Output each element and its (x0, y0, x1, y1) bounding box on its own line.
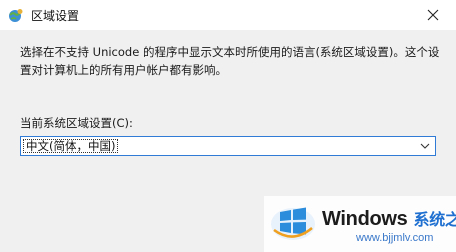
watermark-brand: Windows 系统之家 (322, 206, 456, 231)
system-locale-selected: 中文(简体，中国) (23, 139, 119, 153)
close-icon (427, 9, 439, 21)
region-settings-dialog: 区域设置 选择在不支持 Unicode 的程序中显示文本时所使用的语言(系统区域… (0, 0, 456, 252)
system-locale-dropdown[interactable]: 中文(简体，中国) (20, 136, 436, 156)
window-title: 区域设置 (31, 9, 80, 23)
watermark-brand-cn: 系统之家 (413, 212, 456, 229)
watermark-url: www.bjjmlv.com (356, 232, 434, 244)
system-locale-label: 当前系统区域设置(C): (20, 116, 133, 130)
title-bar[interactable]: 区域设置 (0, 0, 456, 30)
chevron-down-icon (420, 143, 430, 149)
close-button[interactable] (410, 0, 456, 30)
windows-logo-icon (271, 207, 315, 240)
site-watermark: Windows 系统之家 www.bjjmlv.com (264, 196, 456, 252)
watermark-brand-en: Windows (322, 208, 408, 230)
description-text: 选择在不支持 Unicode 的程序中显示文本时所使用的语言(系统区域设置)。这… (20, 45, 440, 77)
globe-settings-icon (8, 8, 24, 24)
